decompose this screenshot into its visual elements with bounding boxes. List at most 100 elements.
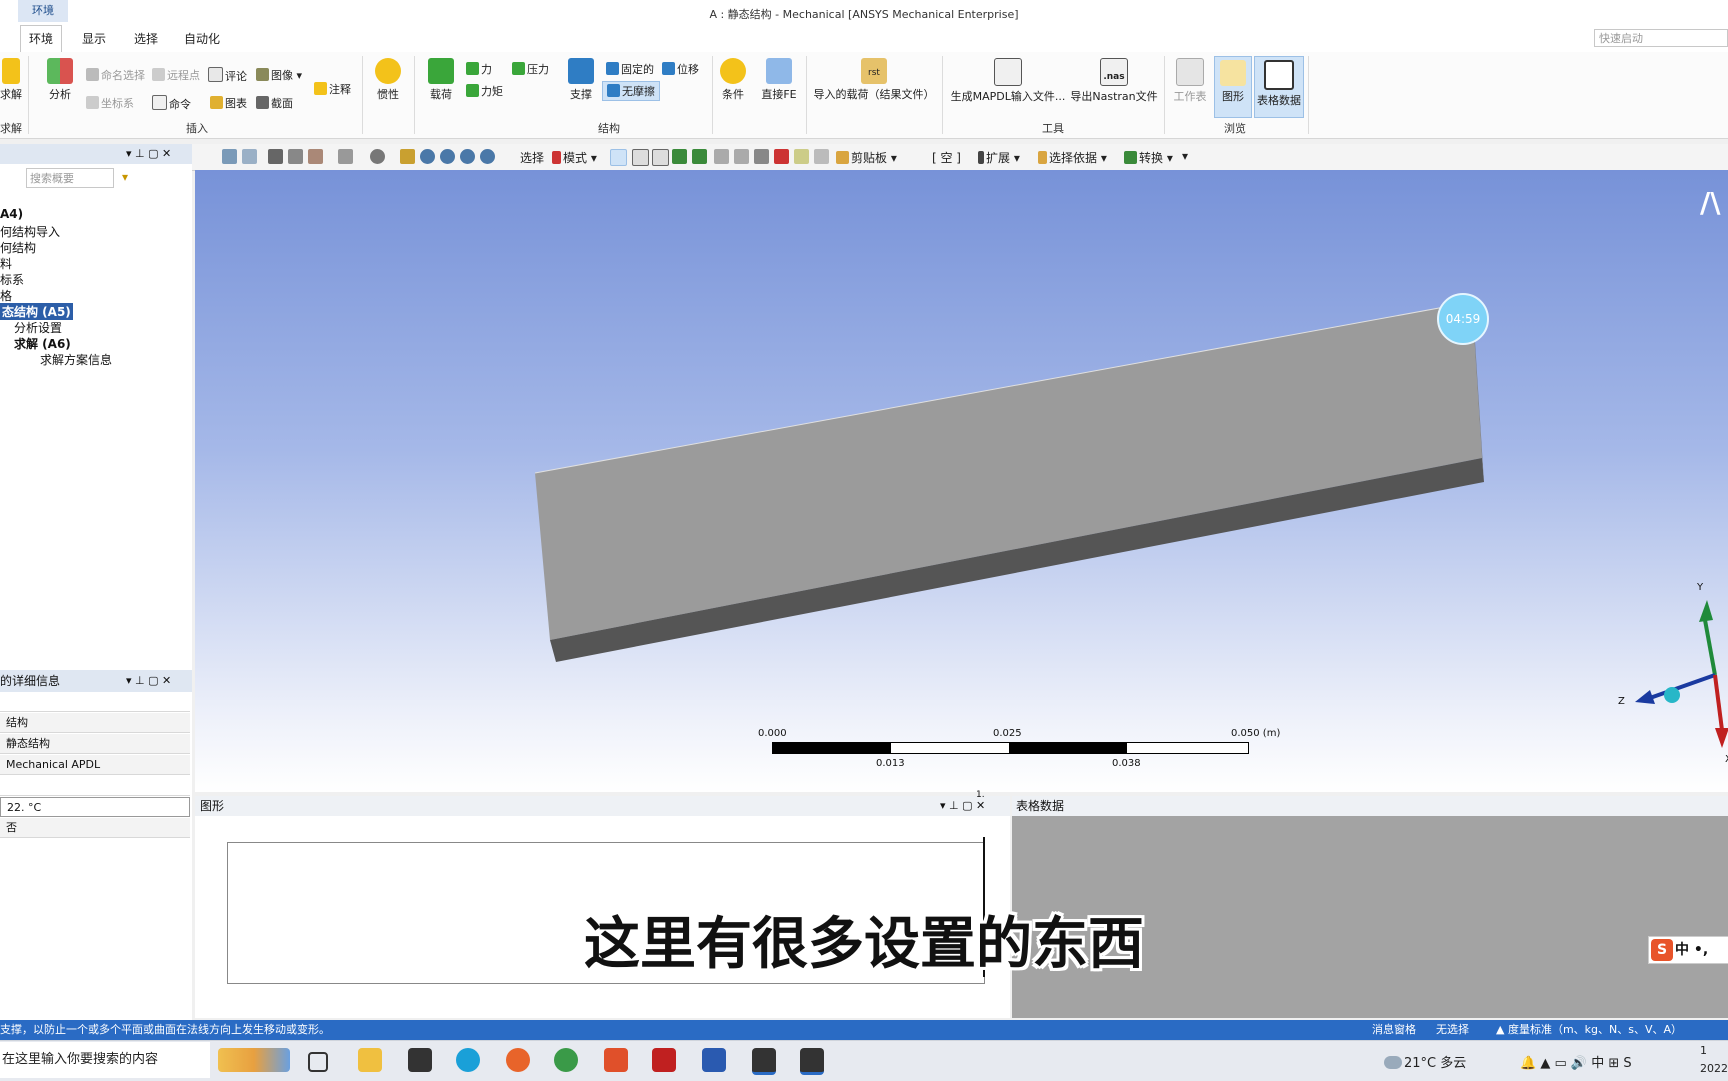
store-icon[interactable] [408,1048,432,1072]
task-view-icon[interactable] [308,1052,328,1072]
zoom-out-icon[interactable] [460,149,475,164]
firefox-icon[interactable] [506,1048,530,1072]
moment-button[interactable]: 力矩 [466,83,503,99]
select-mode-dropdown[interactable]: 模式 ▾ [552,149,597,166]
clock-date[interactable]: 2022 [1700,1062,1728,1075]
zoom-fit-icon[interactable] [480,149,495,164]
clipboard-icon[interactable] [814,149,829,164]
conditions-button[interactable]: 条件 [716,58,750,102]
tree-node-model[interactable]: A4) [0,207,23,221]
zoom-in-icon[interactable] [440,149,455,164]
triad-origin-icon[interactable] [1664,687,1680,703]
select-edge-icon[interactable] [632,149,649,166]
chart-button[interactable]: 图表 [210,95,247,111]
section-button[interactable]: 截面 [256,95,293,111]
tree-node-mesh[interactable]: 格 [0,287,12,304]
details-row-temperature[interactable]: 22. °C [0,797,190,817]
tab-automation[interactable]: 自动化 [184,26,220,52]
pan-icon[interactable] [400,149,415,164]
display-icon[interactable] [338,149,353,164]
tree-node-geometry-import[interactable]: 何结构导入 [0,223,60,240]
select-face-icon[interactable] [652,149,669,166]
pressure-button[interactable]: 压力 [512,61,549,77]
unit-system-dropdown[interactable]: ▲ 度量标准（m、kg、N、s、V、A） [1496,1020,1682,1040]
search-options-icon[interactable]: ▾ [122,170,128,184]
named-selection-button[interactable]: 命名选择 [86,67,145,83]
toolbar-overflow-icon[interactable]: ▾ [1182,149,1188,163]
taskbar-search-input[interactable]: 在这里输入你要搜索的内容 [0,1042,210,1078]
details-pin-icon[interactable]: ▾ ⊥ ▢ ✕ [126,670,171,692]
workbench-icon[interactable] [752,1048,776,1075]
tab-file-edge[interactable] [0,26,6,52]
image-button[interactable]: 图像 ▾ [256,67,302,83]
direct-fe-button[interactable]: 直接FE [758,58,800,102]
tab-environment[interactable]: 环境 [20,25,63,54]
tree-node-static-structural[interactable]: 态结构 (A5) [0,303,73,320]
graph-toggle-button[interactable]: 图形 [1214,56,1252,118]
wireframe-icon[interactable] [308,149,323,164]
tree-node-geometry[interactable]: 何结构 [0,239,36,256]
shaded-icon[interactable] [288,149,303,164]
rotate-icon[interactable] [370,149,385,164]
pin-icon[interactable]: ▾ ⊥ ▢ ✕ [126,147,171,160]
clock-time[interactable]: 1 [1700,1044,1707,1057]
analysis-button[interactable]: 分析 [42,58,78,102]
tray-icons[interactable]: 🔔 ▲ ▭ 🔊 中 ⊞ S [1520,1052,1632,1071]
annotation-button[interactable]: 注释 [314,81,351,97]
tree-node-analysis-settings[interactable]: 分析设置 [14,319,62,336]
tab-selection[interactable]: 选择 [134,26,158,52]
select-node-icon[interactable] [692,149,707,164]
inertial-button[interactable]: 惯性 [372,58,404,102]
displacement-button[interactable]: 位移 [662,61,699,77]
coordinate-system-button[interactable]: 坐标系 [86,95,134,111]
zoom-to-fit-icon[interactable] [222,149,237,164]
select-mesh-icon[interactable] [754,149,769,164]
brave-icon[interactable] [604,1048,628,1072]
comment-button[interactable]: 评论 [208,67,247,84]
tree-node-solution[interactable]: 求解 (A6) [14,335,71,352]
tree-node-coordinate-systems[interactable]: 标系 [0,271,24,288]
grow-select-icon[interactable] [794,149,809,164]
weather-widget[interactable]: 21°C 多云 [1384,1052,1466,1071]
select-element-face-icon[interactable] [714,149,729,164]
tabular-data-toggle-button[interactable]: 表格数据 [1254,56,1304,118]
tree-node-solution-information[interactable]: 求解方案信息 [40,351,112,368]
worksheet-button[interactable]: 工作表 [1172,58,1208,104]
chrome-icon[interactable] [554,1048,578,1072]
loads-button[interactable]: 载荷 [424,58,458,102]
fixed-support-button[interactable]: 固定的 [606,61,654,77]
file-explorer-icon[interactable] [358,1048,382,1072]
timer-badge[interactable]: 04:59 [1437,293,1489,345]
box-zoom-icon[interactable] [242,149,257,164]
force-button[interactable]: 力 [466,61,492,77]
quick-launch-input[interactable]: 快速启动 [1594,29,1728,47]
app-icon[interactable] [702,1048,726,1072]
shaded-edges-icon[interactable] [268,149,283,164]
mechanical-icon[interactable] [800,1048,824,1075]
frictionless-support-button[interactable]: 无摩擦 [602,81,660,101]
supports-button[interactable]: 支撑 [564,58,598,102]
zoom-icon[interactable] [420,149,435,164]
remote-point-button[interactable]: 远程点 [152,67,200,83]
coordinate-select-icon[interactable] [774,149,789,164]
edge-icon[interactable] [456,1048,480,1072]
part-top-face[interactable] [535,302,1482,640]
export-nastran-button[interactable]: .nas 导出Nastran文件 [1068,58,1160,104]
imported-loads-button[interactable]: rst 导入的载荷（结果文件） [812,58,936,102]
select-body-icon[interactable] [672,149,687,164]
write-mapdl-button[interactable]: 生成MAPDL输入文件... [950,58,1066,104]
clipboard-dropdown[interactable]: 剪贴板 ▾ [836,149,897,166]
messages-pane-button[interactable]: 消息窗格 [1372,1020,1416,1040]
select-by-dropdown[interactable]: 选择依据 ▾ [1038,149,1107,166]
solidworks-icon[interactable] [652,1048,676,1072]
select-element-icon[interactable] [734,149,749,164]
solve-button[interactable]: 求解 [0,58,22,102]
tab-display[interactable]: 显示 [82,26,106,52]
convert-dropdown[interactable]: 转换 ▾ [1124,149,1173,166]
tree-node-materials[interactable]: 料 [0,255,12,272]
select-vertex-icon[interactable] [610,149,627,166]
graphics-viewport[interactable]: Y Z X /\ [195,170,1728,792]
command-button[interactable]: 命令 [152,95,191,112]
outline-search-input[interactable]: 搜索概要 [26,168,114,188]
extend-dropdown[interactable]: 扩展 ▾ [978,149,1020,166]
